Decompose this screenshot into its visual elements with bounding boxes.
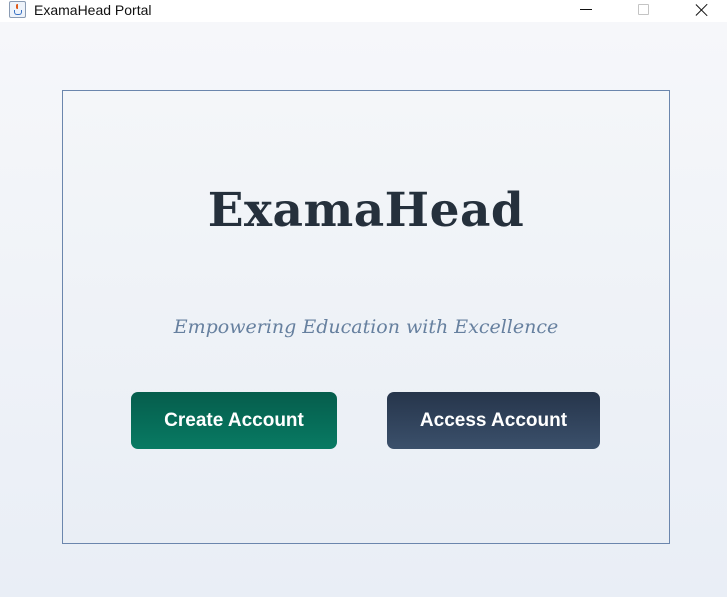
minimize-button[interactable] bbox=[563, 0, 609, 22]
tagline: Empowering Education with Excellence bbox=[173, 316, 559, 338]
close-button[interactable] bbox=[679, 0, 725, 22]
main-content: ExamaHead Empowering Education with Exce… bbox=[0, 22, 727, 597]
app-title: ExamaHead bbox=[207, 183, 525, 238]
close-icon bbox=[695, 3, 709, 17]
title-bar[interactable]: ExamaHead Portal bbox=[0, 0, 727, 22]
maximize-icon bbox=[637, 4, 649, 15]
access-account-button[interactable]: Access Account bbox=[387, 392, 600, 449]
java-cup-icon bbox=[9, 1, 26, 18]
window-title: ExamaHead Portal bbox=[34, 2, 152, 18]
create-account-button[interactable]: Create Account bbox=[131, 392, 337, 449]
welcome-card: ExamaHead Empowering Education with Exce… bbox=[62, 90, 670, 544]
minimize-icon bbox=[580, 8, 592, 10]
maximize-button[interactable] bbox=[620, 0, 666, 22]
app-window: ExamaHead Portal ExamaHead Empowering Ed… bbox=[0, 0, 727, 597]
